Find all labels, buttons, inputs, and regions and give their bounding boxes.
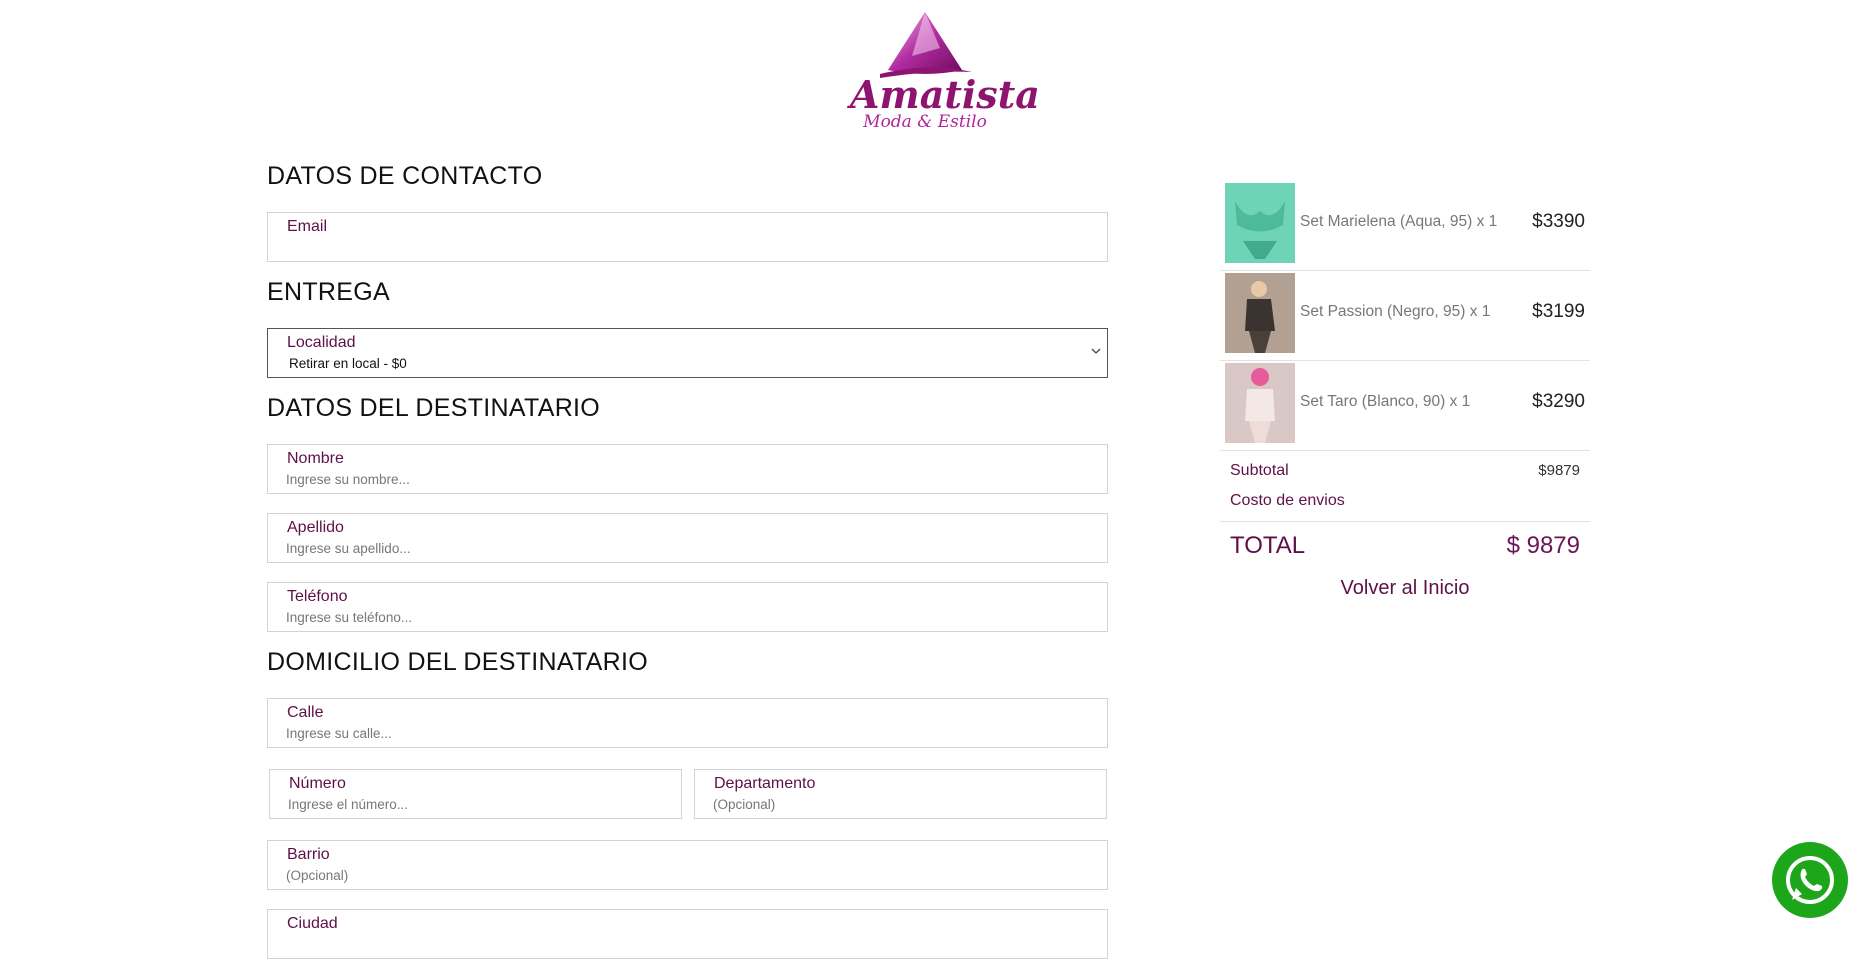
section-title-recipient: DATOS DEL DESTINATARIO	[267, 394, 601, 422]
cart-item-price: $3390	[1532, 211, 1585, 232]
cart-item-name: Set Passion (Negro, 95) x 1	[1300, 303, 1491, 320]
total-label: TOTAL	[1230, 532, 1306, 559]
departamento-label: Departamento	[714, 775, 816, 792]
brand-name: Amatista	[850, 72, 1040, 117]
divider	[1220, 521, 1590, 522]
brand-logo[interactable]: Amatista Moda & Estilo	[850, 8, 1040, 134]
localidad-select[interactable]: Localidad Retirar en local - $0	[267, 328, 1108, 378]
apellido-label: Apellido	[287, 519, 344, 536]
barrio-field[interactable]: Barrio	[267, 840, 1108, 890]
section-title-contact: DATOS DE CONTACTO	[267, 162, 543, 190]
calle-field[interactable]: Calle	[267, 698, 1108, 748]
cart-item-price: $3290	[1532, 391, 1585, 412]
cart-item-name: Set Taro (Blanco, 90) x 1	[1300, 393, 1471, 410]
email-field[interactable]: Email	[267, 212, 1108, 262]
calle-label: Calle	[287, 704, 324, 721]
departamento-input[interactable]	[713, 797, 1084, 812]
cart-item: Set Marielena (Aqua, 95) x 1 $3390	[1220, 180, 1590, 271]
cart-item: Set Taro (Blanco, 90) x 1 $3290	[1220, 360, 1590, 451]
barrio-label: Barrio	[287, 846, 330, 863]
apellido-input[interactable]	[286, 541, 1085, 556]
nombre-field[interactable]: Nombre	[267, 444, 1108, 494]
product-image	[1225, 183, 1295, 263]
email-label: Email	[287, 218, 328, 235]
shipping-label: Costo de envios	[1230, 492, 1345, 509]
barrio-input[interactable]	[286, 868, 1085, 883]
localidad-label: Localidad	[287, 334, 356, 351]
numero-label: Número	[289, 775, 346, 792]
telefono-field[interactable]: Teléfono	[267, 582, 1108, 632]
email-input[interactable]	[286, 240, 1085, 255]
localidad-value: Retirar en local - $0	[289, 356, 407, 371]
cart-item: Set Passion (Negro, 95) x 1 $3199	[1220, 270, 1590, 361]
subtotal-label: Subtotal	[1230, 462, 1289, 479]
subtotal-row: Subtotal $9879	[1230, 462, 1580, 480]
whatsapp-icon	[1786, 856, 1834, 904]
product-image	[1225, 273, 1295, 353]
cart-item-price: $3199	[1532, 301, 1585, 322]
numero-field[interactable]: Número	[269, 769, 682, 819]
apellido-field[interactable]: Apellido	[267, 513, 1108, 563]
chevron-down-icon	[1091, 348, 1101, 354]
calle-input[interactable]	[286, 726, 1085, 741]
ciudad-label: Ciudad	[287, 915, 338, 932]
back-home-link[interactable]: Volver al Inicio	[1220, 577, 1590, 600]
numero-input[interactable]	[288, 797, 659, 812]
total-value: $ 9879	[1506, 532, 1580, 559]
departamento-field[interactable]: Departamento	[694, 769, 1107, 819]
brand-tagline: Moda & Estilo	[863, 112, 987, 132]
ciudad-input[interactable]	[286, 937, 1085, 952]
subtotal-value: $9879	[1538, 462, 1580, 479]
telefono-input[interactable]	[286, 610, 1085, 625]
section-title-delivery: ENTREGA	[267, 278, 390, 306]
whatsapp-button[interactable]	[1772, 842, 1848, 918]
product-image	[1225, 363, 1295, 443]
nombre-label: Nombre	[287, 450, 344, 467]
shipping-row: Costo de envios	[1230, 492, 1580, 510]
ciudad-field[interactable]: Ciudad	[267, 909, 1108, 959]
telefono-label: Teléfono	[287, 588, 348, 605]
nombre-input[interactable]	[286, 472, 1085, 487]
cart-item-name: Set Marielena (Aqua, 95) x 1	[1300, 213, 1498, 230]
section-title-address: DOMICILIO DEL DESTINATARIO	[267, 648, 648, 676]
